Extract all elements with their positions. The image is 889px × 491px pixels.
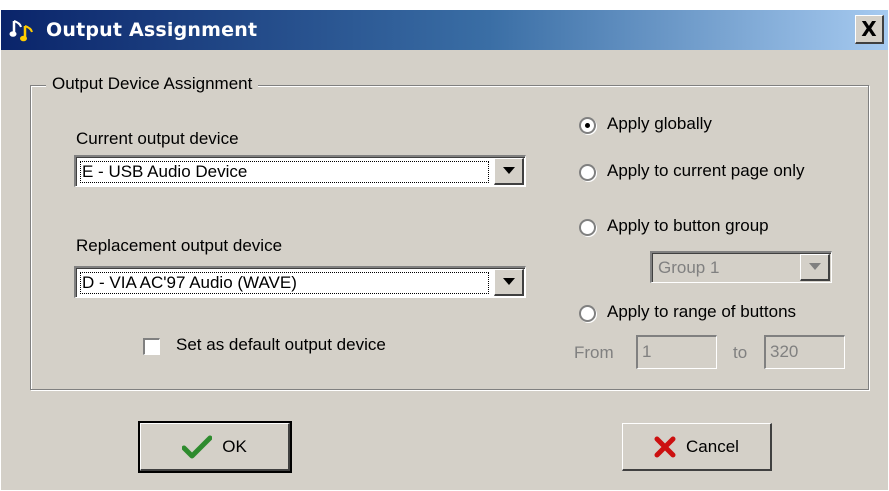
ok-button[interactable]: OK bbox=[138, 421, 292, 473]
apply-current-page-label: Apply to current page only bbox=[607, 161, 805, 180]
cancel-button[interactable]: Cancel bbox=[622, 423, 772, 471]
replacement-device-value: D - VIA AC'97 Audio (WAVE) bbox=[80, 272, 489, 294]
group-label: Output Device Assignment bbox=[46, 74, 259, 94]
ok-label: OK bbox=[222, 436, 247, 456]
current-device-select[interactable]: E - USB Audio Device bbox=[74, 155, 526, 187]
default-device-label: Set as default output device bbox=[176, 335, 386, 354]
replacement-device-select[interactable]: D - VIA AC'97 Audio (WAVE) bbox=[74, 266, 526, 298]
chevron-down-icon bbox=[502, 167, 515, 174]
radio-apply-button-group[interactable] bbox=[579, 219, 596, 236]
current-device-value: E - USB Audio Device bbox=[80, 161, 489, 183]
radio-apply-range[interactable] bbox=[579, 305, 596, 322]
button-group-dropdown-button[interactable] bbox=[800, 254, 830, 281]
default-device-checkbox[interactable] bbox=[143, 338, 160, 355]
cancel-label: Cancel bbox=[686, 436, 739, 456]
replacement-device-label: Replacement output device bbox=[76, 236, 283, 255]
button-group-value: Group 1 bbox=[658, 258, 720, 277]
window-title: Output Assignment bbox=[46, 19, 258, 41]
chevron-down-icon bbox=[502, 278, 515, 285]
title-bar[interactable]: Output Assignment X bbox=[1, 10, 888, 50]
apply-globally-label: Apply globally bbox=[607, 114, 712, 133]
checkmark-icon bbox=[182, 435, 213, 458]
replacement-device-dropdown-button[interactable] bbox=[494, 269, 524, 296]
current-device-label: Current output device bbox=[76, 129, 239, 148]
radio-selected-dot bbox=[585, 123, 590, 128]
apply-button-group-label: Apply to button group bbox=[607, 216, 769, 235]
close-icon: X bbox=[861, 17, 877, 41]
apply-range-label: Apply to range of buttons bbox=[607, 302, 797, 321]
cancel-x-icon bbox=[654, 436, 676, 457]
range-to-input[interactable]: 320 bbox=[764, 335, 845, 369]
range-from-input[interactable]: 1 bbox=[636, 335, 717, 369]
chevron-down-icon bbox=[808, 263, 821, 270]
music-notes-icon bbox=[9, 20, 33, 42]
close-button[interactable]: X bbox=[855, 15, 884, 44]
button-group-select[interactable]: Group 1 bbox=[650, 251, 832, 283]
range-to-label: to bbox=[733, 343, 748, 362]
radio-apply-current-page[interactable] bbox=[579, 164, 596, 181]
range-from-label: From bbox=[574, 343, 614, 362]
radio-apply-globally[interactable] bbox=[579, 117, 596, 134]
current-device-dropdown-button[interactable] bbox=[494, 158, 524, 185]
